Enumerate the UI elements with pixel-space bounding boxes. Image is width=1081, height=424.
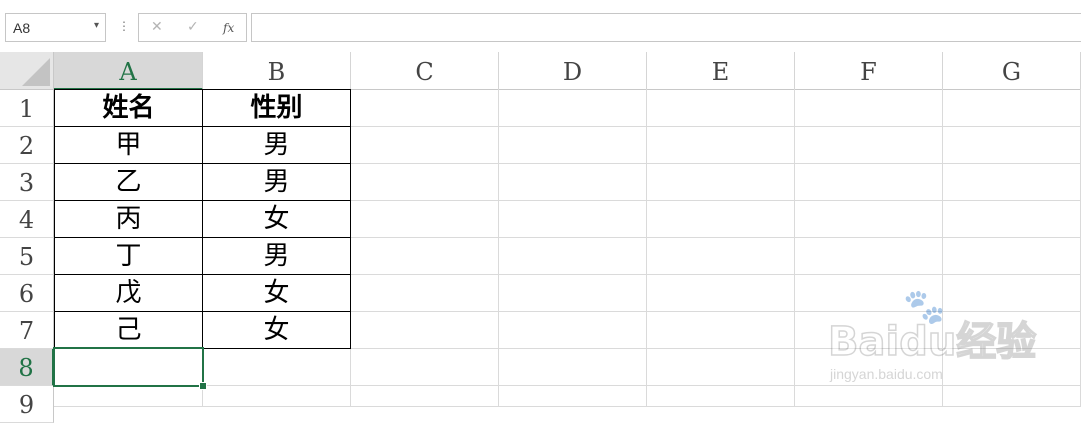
cell-g4[interactable] <box>943 201 1081 238</box>
formula-buttons: ✕ ✓ fx <box>138 13 247 42</box>
row-header-1[interactable]: 1 <box>0 90 54 127</box>
cell-b7[interactable]: 女 <box>203 312 351 349</box>
cell-f2[interactable] <box>795 127 943 164</box>
cell-a1[interactable]: 姓名 <box>54 89 203 127</box>
watermark-url: jingyan.baidu.com <box>830 366 943 382</box>
cell-b1[interactable]: 性别 <box>203 89 351 127</box>
row-header-4[interactable]: 4 <box>0 201 54 238</box>
cell-d1[interactable] <box>499 89 647 127</box>
cell-c2[interactable] <box>351 127 499 164</box>
column-header-e[interactable]: E <box>647 52 795 90</box>
cell-g2[interactable] <box>943 127 1081 164</box>
cell-c6[interactable] <box>351 275 499 312</box>
row-header-9[interactable]: 9 <box>0 386 54 423</box>
cell-d6[interactable] <box>499 275 647 312</box>
cell-c9[interactable] <box>351 386 499 407</box>
cell-f3[interactable] <box>795 164 943 201</box>
cell-c7[interactable] <box>351 312 499 349</box>
cell-a6[interactable]: 戊 <box>54 275 203 312</box>
cell-d4[interactable] <box>499 201 647 238</box>
column-header-a[interactable]: A <box>54 52 203 90</box>
cell-d9[interactable] <box>499 386 647 407</box>
drag-handle-icon[interactable]: ⋮ <box>118 17 130 35</box>
cell-a4[interactable]: 丙 <box>54 201 203 238</box>
cell-e1[interactable] <box>647 89 795 127</box>
enter-icon[interactable]: ✓ <box>187 19 199 35</box>
cell-d3[interactable] <box>499 164 647 201</box>
cell-a7[interactable]: 己 <box>54 312 203 349</box>
cell-c3[interactable] <box>351 164 499 201</box>
cell-a3[interactable]: 乙 <box>54 164 203 201</box>
fill-handle[interactable] <box>199 382 207 390</box>
cell-d7[interactable] <box>499 312 647 349</box>
cell-e7[interactable] <box>647 312 795 349</box>
cancel-icon[interactable]: ✕ <box>151 19 163 35</box>
cell-b8[interactable] <box>203 349 351 386</box>
row-header-8[interactable]: 8 <box>0 349 54 386</box>
cell-d2[interactable] <box>499 127 647 164</box>
cell-e3[interactable] <box>647 164 795 201</box>
cell-c4[interactable] <box>351 201 499 238</box>
cell-e8[interactable] <box>647 349 795 386</box>
row-header-5[interactable]: 5 <box>0 238 54 275</box>
cell-g3[interactable] <box>943 164 1081 201</box>
insert-function-icon[interactable]: fx <box>223 21 234 35</box>
formula-bar: A8 ▾ ⋮ ✕ ✓ fx <box>0 0 1081 52</box>
cell-d5[interactable] <box>499 238 647 275</box>
cell-b9[interactable] <box>203 386 351 407</box>
row-header-3[interactable]: 3 <box>0 164 54 201</box>
formula-input[interactable] <box>251 13 1081 42</box>
cell-b6[interactable]: 女 <box>203 275 351 312</box>
row-header-2[interactable]: 2 <box>0 127 54 164</box>
cell-e4[interactable] <box>647 201 795 238</box>
cell-b5[interactable]: 男 <box>203 238 351 275</box>
cell-b2[interactable]: 男 <box>203 127 351 164</box>
cell-e5[interactable] <box>647 238 795 275</box>
row-header-6[interactable]: 6 <box>0 275 54 312</box>
column-header-g[interactable]: G <box>943 52 1081 90</box>
cell-c8[interactable] <box>351 349 499 386</box>
cell-f5[interactable] <box>795 238 943 275</box>
chevron-down-icon[interactable]: ▾ <box>94 20 99 31</box>
cell-c5[interactable] <box>351 238 499 275</box>
cell-g5[interactable] <box>943 238 1081 275</box>
column-header-b[interactable]: B <box>203 52 351 90</box>
watermark-brand: Baidu经验 <box>827 319 1037 365</box>
column-header-c[interactable]: C <box>351 52 499 90</box>
watermark: 🐾 Baidu经验 jingyan.baidu.com <box>827 290 1037 390</box>
cell-e6[interactable] <box>647 275 795 312</box>
select-all-icon <box>22 58 50 86</box>
column-header-f[interactable]: F <box>795 52 943 90</box>
selected-cell-a8[interactable] <box>53 347 204 387</box>
select-all-button[interactable] <box>0 52 54 90</box>
row-header-7[interactable]: 7 <box>0 312 54 349</box>
name-box-value[interactable]: A8 <box>13 20 30 36</box>
cell-c1[interactable] <box>351 89 499 127</box>
cell-f4[interactable] <box>795 201 943 238</box>
cell-a5[interactable]: 丁 <box>54 238 203 275</box>
cell-e2[interactable] <box>647 127 795 164</box>
cell-a9[interactable] <box>54 386 203 407</box>
cell-b3[interactable]: 男 <box>203 164 351 201</box>
name-box[interactable]: A8 ▾ <box>5 13 106 42</box>
cell-f1[interactable] <box>795 89 943 127</box>
cell-g1[interactable] <box>943 89 1081 127</box>
cell-b4[interactable]: 女 <box>203 201 351 238</box>
cell-d8[interactable] <box>499 349 647 386</box>
cell-e9[interactable] <box>647 386 795 407</box>
column-header-d[interactable]: D <box>499 52 647 90</box>
cell-a2[interactable]: 甲 <box>54 127 203 164</box>
